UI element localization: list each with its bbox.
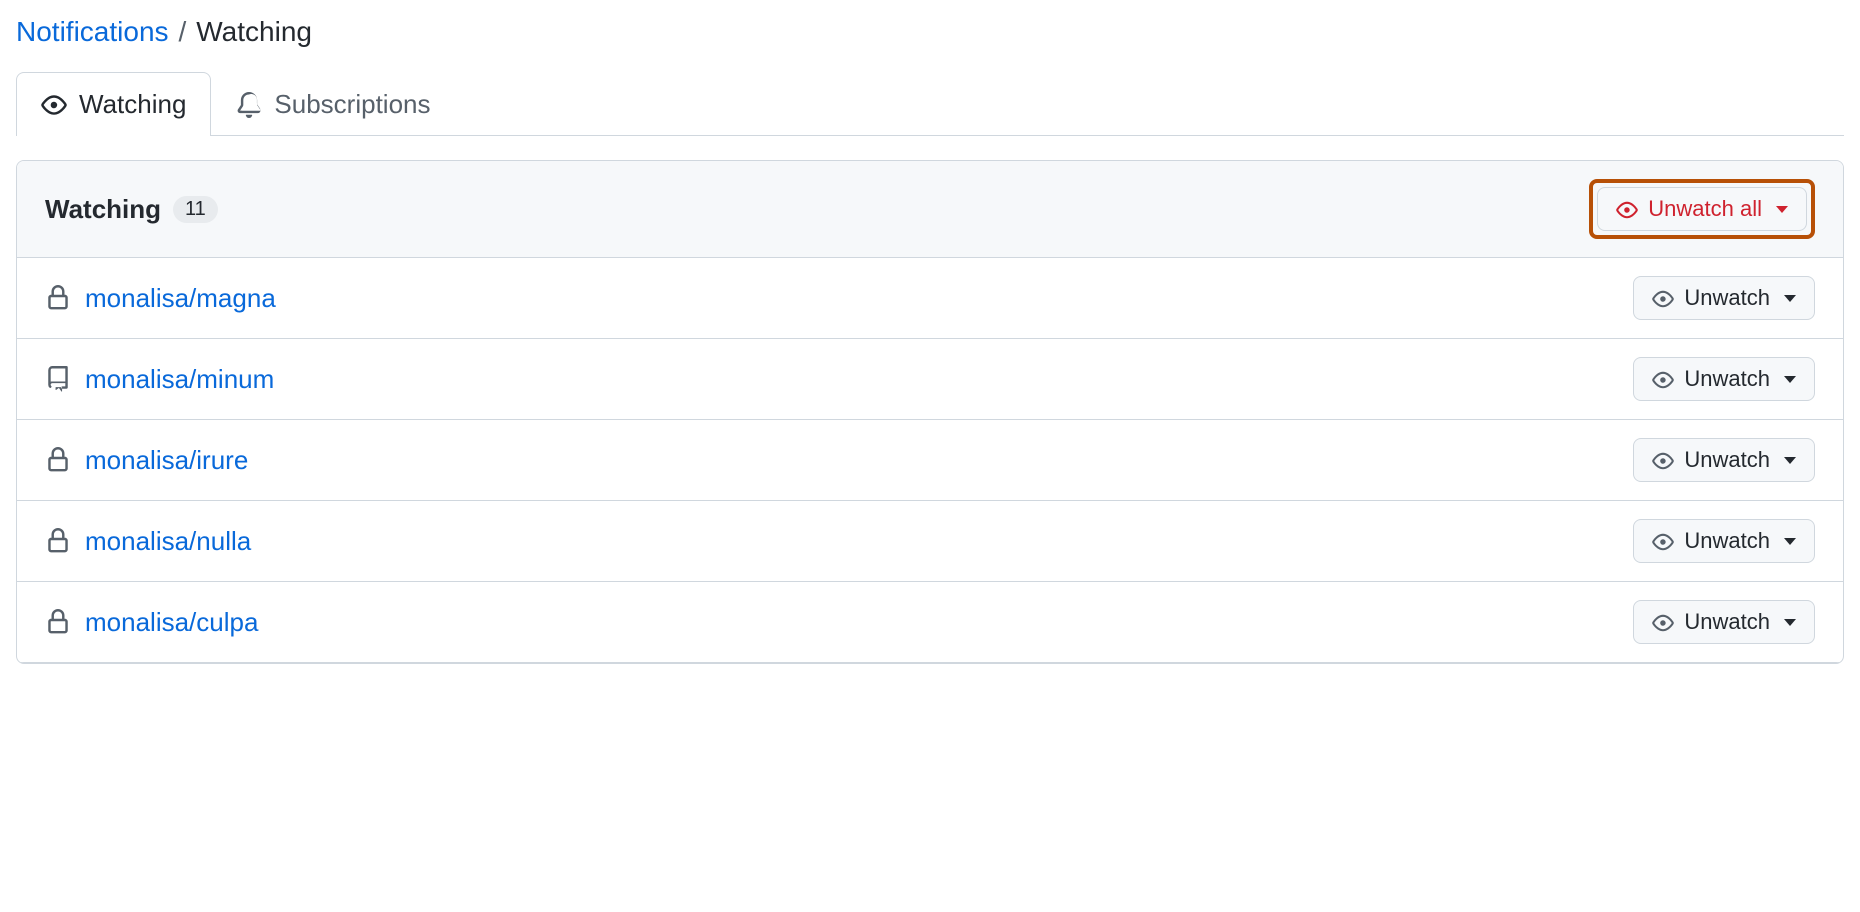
caret-down-icon bbox=[1784, 457, 1796, 464]
eye-icon bbox=[41, 92, 67, 118]
eye-icon bbox=[1652, 609, 1674, 635]
eye-icon bbox=[1652, 366, 1674, 392]
repo-link[interactable]: monalisa/culpa bbox=[85, 607, 258, 638]
repo-link[interactable]: monalisa/minum bbox=[85, 364, 274, 395]
unwatch-all-button[interactable]: Unwatch all bbox=[1597, 187, 1807, 231]
watching-panel: Watching 11 Unwatch all monalisa/magna bbox=[16, 160, 1844, 664]
repo-row: monalisa/nulla Unwatch bbox=[17, 501, 1843, 582]
repo-left: monalisa/irure bbox=[45, 445, 248, 476]
repo-link[interactable]: monalisa/magna bbox=[85, 283, 276, 314]
tab-subscriptions[interactable]: Subscriptions bbox=[211, 72, 455, 136]
repo-left: monalisa/nulla bbox=[45, 526, 251, 557]
unwatch-all-highlight: Unwatch all bbox=[1589, 179, 1815, 239]
breadcrumb-current: Watching bbox=[196, 16, 312, 48]
lock-icon bbox=[45, 447, 71, 473]
breadcrumb: Notifications / Watching bbox=[16, 16, 1844, 48]
tab-subscriptions-label: Subscriptions bbox=[274, 89, 430, 120]
repo-link[interactable]: monalisa/irure bbox=[85, 445, 248, 476]
eye-icon bbox=[1652, 285, 1674, 311]
eye-icon bbox=[1652, 528, 1674, 554]
repo-row: monalisa/minum Unwatch bbox=[17, 339, 1843, 420]
caret-down-icon bbox=[1776, 206, 1788, 213]
unwatch-label: Unwatch bbox=[1684, 528, 1770, 554]
caret-down-icon bbox=[1784, 538, 1796, 545]
repo-list: monalisa/magna Unwatch monalisa/minum bbox=[17, 258, 1843, 663]
repo-left: monalisa/magna bbox=[45, 283, 276, 314]
panel-header: Watching 11 Unwatch all bbox=[17, 161, 1843, 258]
panel-title: Watching bbox=[45, 194, 161, 225]
lock-icon bbox=[45, 285, 71, 311]
panel-header-left: Watching 11 bbox=[45, 194, 218, 225]
breadcrumb-notifications-link[interactable]: Notifications bbox=[16, 16, 169, 48]
unwatch-button[interactable]: Unwatch bbox=[1633, 276, 1815, 320]
tabs: Watching Subscriptions bbox=[16, 72, 1844, 136]
repo-icon bbox=[45, 366, 71, 392]
repo-left: monalisa/culpa bbox=[45, 607, 258, 638]
repo-left: monalisa/minum bbox=[45, 364, 274, 395]
repo-row: monalisa/culpa Unwatch bbox=[17, 582, 1843, 663]
tab-watching-label: Watching bbox=[79, 89, 186, 120]
caret-down-icon bbox=[1784, 295, 1796, 302]
unwatch-button[interactable]: Unwatch bbox=[1633, 600, 1815, 644]
repo-link[interactable]: monalisa/nulla bbox=[85, 526, 251, 557]
caret-down-icon bbox=[1784, 376, 1796, 383]
unwatch-label: Unwatch bbox=[1684, 447, 1770, 473]
tab-watching[interactable]: Watching bbox=[16, 72, 211, 136]
unwatch-label: Unwatch bbox=[1684, 366, 1770, 392]
bell-icon bbox=[236, 92, 262, 118]
unwatch-all-label: Unwatch all bbox=[1648, 196, 1762, 222]
caret-down-icon bbox=[1784, 619, 1796, 626]
unwatch-button[interactable]: Unwatch bbox=[1633, 357, 1815, 401]
watch-count-badge: 11 bbox=[173, 196, 218, 223]
eye-icon bbox=[1616, 196, 1638, 222]
unwatch-label: Unwatch bbox=[1684, 285, 1770, 311]
breadcrumb-separator: / bbox=[179, 16, 187, 48]
repo-row: monalisa/magna Unwatch bbox=[17, 258, 1843, 339]
lock-icon bbox=[45, 528, 71, 554]
eye-icon bbox=[1652, 447, 1674, 473]
unwatch-label: Unwatch bbox=[1684, 609, 1770, 635]
repo-row: monalisa/irure Unwatch bbox=[17, 420, 1843, 501]
unwatch-button[interactable]: Unwatch bbox=[1633, 519, 1815, 563]
lock-icon bbox=[45, 609, 71, 635]
unwatch-button[interactable]: Unwatch bbox=[1633, 438, 1815, 482]
